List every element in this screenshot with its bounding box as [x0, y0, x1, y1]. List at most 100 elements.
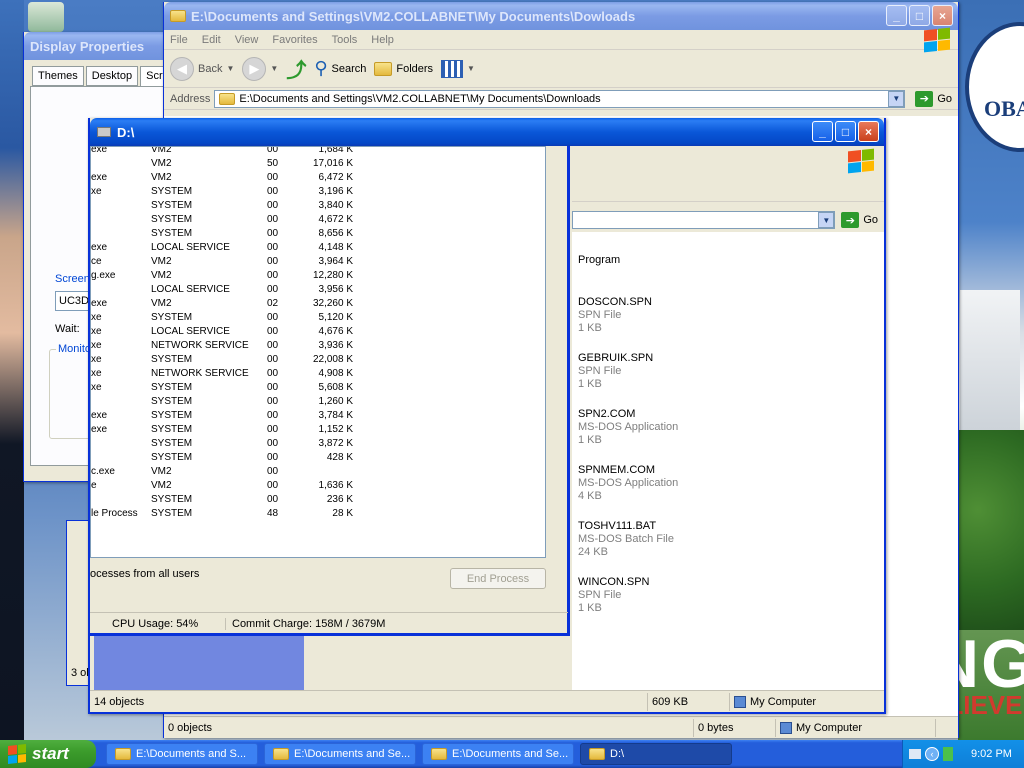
address-dropdown-icon[interactable]: ▼: [818, 212, 835, 228]
system-tray: ‹ 9:02 PM: [902, 740, 1024, 768]
process-mem: 5,120 K: [318, 312, 353, 323]
file-item[interactable]: SPN2.COM MS-DOS Application 1 KB: [578, 408, 858, 447]
process-mem: 3,784 K: [318, 410, 353, 421]
process-row[interactable]: SYSTEM 00 236 K: [91, 493, 545, 507]
status-objects: 14 objects: [90, 692, 648, 711]
recycle-bin-icon[interactable]: [28, 2, 64, 32]
process-row[interactable]: c.exe VM2 00: [91, 465, 545, 479]
process-row[interactable]: SYSTEM 00 3,840 K: [91, 199, 545, 213]
process-name: xe: [91, 326, 102, 337]
explorer-d-address-input[interactable]: ▼: [572, 211, 836, 229]
menu-favorites[interactable]: Favorites: [272, 34, 317, 46]
close-button[interactable]: ×: [858, 121, 879, 142]
minimize-button[interactable]: _: [812, 121, 833, 142]
process-row[interactable]: g.exe VM2 00 12,280 K: [91, 269, 545, 283]
folder-icon: [273, 748, 289, 760]
process-cpu: 00: [267, 480, 279, 491]
address-dropdown-icon[interactable]: ▼: [888, 90, 905, 107]
explorer-downloads-titlebar[interactable]: E:\Documents and Settings\VM2.COLLABNET\…: [164, 2, 958, 30]
wait-label: Wait:: [55, 323, 80, 335]
clock[interactable]: 9:02 PM: [971, 748, 1012, 760]
maximize-button[interactable]: □: [835, 121, 856, 142]
taskbar-button[interactable]: E:\Documents and S...: [106, 743, 258, 765]
process-row[interactable]: exe SYSTEM 00 1,152 K: [91, 423, 545, 437]
display-properties-titlebar[interactable]: Display Properties: [24, 32, 172, 60]
up-folder-icon: ⤴: [286, 60, 307, 82]
file-size: 1 KB: [578, 378, 602, 390]
tab-desktop[interactable]: Desktop: [85, 66, 139, 86]
process-mem: 4,676 K: [318, 326, 353, 337]
file-type: SPN File: [578, 365, 622, 377]
process-row[interactable]: SYSTEM 00 8,656 K: [91, 227, 545, 241]
process-row[interactable]: xe SYSTEM 00 5,608 K: [91, 381, 545, 395]
process-row[interactable]: exe LOCAL SERVICE 00 4,148 K: [91, 241, 545, 255]
process-row[interactable]: xe SYSTEM 00 22,008 K: [91, 353, 545, 367]
process-row[interactable]: SYSTEM 00 4,672 K: [91, 213, 545, 227]
process-mem: 4,672 K: [318, 214, 353, 225]
process-row[interactable]: le Process SYSTEM 48 28 K: [91, 507, 545, 521]
task-manager-window: exe VM2 00 1,684 K VM2 50 17,016 Kexe VM2 00 6,47…: [90, 146, 570, 636]
process-name: ce: [91, 256, 102, 267]
windows-logo-icon: [8, 744, 26, 764]
taskbar-button[interactable]: E:\Documents and Se...: [422, 743, 574, 765]
menu-file[interactable]: File: [170, 34, 188, 46]
process-row[interactable]: exe VM2 00 1,684 K: [91, 146, 545, 157]
process-row[interactable]: xe NETWORK SERVICE 00 3,936 K: [91, 339, 545, 353]
process-name: xe: [91, 382, 102, 393]
up-folder-button[interactable]: ⤴: [286, 54, 306, 83]
close-button[interactable]: ×: [932, 5, 953, 26]
menu-help[interactable]: Help: [371, 34, 394, 46]
process-row[interactable]: exe SYSTEM 00 3,784 K: [91, 409, 545, 423]
back-button[interactable]: ◀ Back ▼: [170, 56, 234, 81]
taskbar-button[interactable]: D:\: [580, 743, 732, 765]
file-item[interactable]: SPNMEM.COM MS-DOS Application 4 KB: [578, 464, 858, 503]
address-input[interactable]: E:\Documents and Settings\VM2.COLLABNET\…: [214, 89, 906, 108]
menu-tools[interactable]: Tools: [332, 34, 358, 46]
process-cpu: 00: [267, 410, 279, 421]
minimize-button[interactable]: _: [886, 5, 907, 26]
process-row[interactable]: ce VM2 00 3,964 K: [91, 255, 545, 269]
menu-edit[interactable]: Edit: [202, 34, 221, 46]
file-type: SPN File: [578, 589, 622, 601]
status-size: 0 bytes: [694, 718, 776, 737]
process-row[interactable]: SYSTEM 00 1,260 K: [91, 395, 545, 409]
taskbar-button-label: E:\Documents and S...: [136, 748, 247, 760]
process-row[interactable]: xe SYSTEM 00 3,196 K: [91, 185, 545, 199]
taskbar-button[interactable]: E:\Documents and Se...: [264, 743, 416, 765]
process-row[interactable]: xe NETWORK SERVICE 00 4,908 K: [91, 367, 545, 381]
process-name: exe: [91, 146, 108, 155]
process-cpu: 00: [267, 312, 279, 323]
process-row[interactable]: exe VM2 00 6,472 K: [91, 171, 545, 185]
process-row[interactable]: SYSTEM 00 3,872 K: [91, 437, 545, 451]
keyboard-icon[interactable]: [909, 749, 921, 759]
search-button[interactable]: ⚲ Search: [314, 58, 366, 79]
explorer-d-titlebar[interactable]: D:\ _ □ ×: [90, 118, 884, 146]
menu-view[interactable]: View: [235, 34, 259, 46]
tray-expand-icon[interactable]: ‹: [925, 747, 939, 761]
tab-themes[interactable]: Themes: [32, 66, 84, 86]
folders-button[interactable]: Folders: [374, 61, 433, 76]
process-row[interactable]: VM2 50 17,016 K: [91, 157, 545, 171]
file-item[interactable]: DOSCON.SPN SPN File 1 KB: [578, 296, 858, 335]
show-all-processes-label[interactable]: ocesses from all users: [90, 568, 199, 580]
maximize-button[interactable]: □: [909, 5, 930, 26]
process-row[interactable]: xe SYSTEM 00 5,120 K: [91, 311, 545, 325]
file-item[interactable]: TOSHV111.BAT MS-DOS Batch File 24 KB: [578, 520, 858, 559]
network-icon[interactable]: [943, 747, 953, 761]
go-button[interactable]: ➔ Go: [835, 212, 884, 228]
process-row[interactable]: SYSTEM 00 428 K: [91, 451, 545, 465]
process-row[interactable]: LOCAL SERVICE 00 3,956 K: [91, 283, 545, 297]
forward-button[interactable]: ▶ ▼: [242, 56, 278, 81]
end-process-button[interactable]: End Process: [450, 568, 546, 589]
process-row[interactable]: exe VM2 02 32,260 K: [91, 297, 545, 311]
file-item[interactable]: WINCON.SPN SPN File 1 KB: [578, 576, 858, 615]
start-button[interactable]: start: [0, 740, 96, 768]
views-button[interactable]: ▼: [441, 59, 475, 78]
process-mem: 3,196 K: [318, 186, 353, 197]
process-list[interactable]: exe VM2 00 1,684 K VM2 50 17,016 Kexe VM2 00 6,47…: [90, 146, 546, 558]
process-row[interactable]: e VM2 00 1,636 K: [91, 479, 545, 493]
go-button[interactable]: ➔ Go: [909, 90, 958, 107]
process-row[interactable]: xe LOCAL SERVICE 00 4,676 K: [91, 325, 545, 339]
file-item[interactable]: GEBRUIK.SPN SPN File 1 KB: [578, 352, 858, 391]
explorer-d-file-list[interactable]: Program DOSCON.SPN SPN File 1 KB GEBRUIK.SP…: [572, 232, 884, 690]
